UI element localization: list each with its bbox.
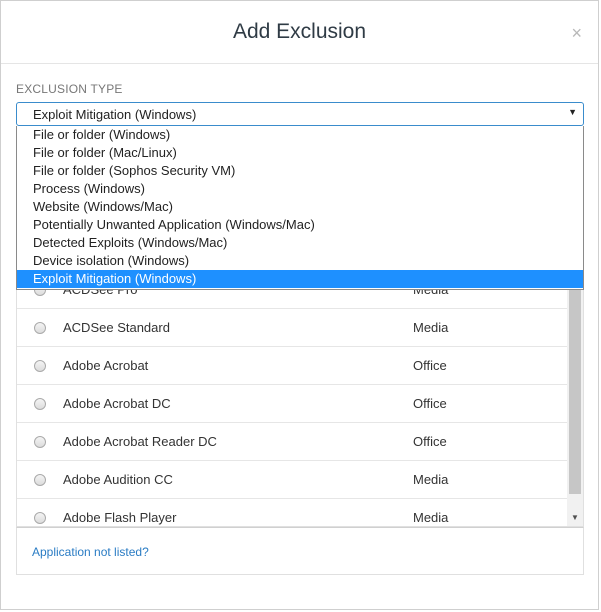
application-row[interactable]: Adobe Audition CC Media (17, 461, 567, 499)
application-radio[interactable] (34, 360, 46, 372)
application-row[interactable]: Adobe Flash Player Media (17, 499, 567, 526)
application-name: ACDSee Standard (63, 320, 170, 335)
application-radio[interactable] (34, 436, 46, 448)
exclusion-type-option[interactable]: Device isolation (Windows) (17, 252, 583, 270)
application-row[interactable]: ACDSee Standard Media (17, 309, 567, 347)
application-name: Adobe Acrobat Reader DC (63, 434, 217, 449)
application-name: Adobe Audition CC (63, 472, 173, 487)
application-type: Media (413, 510, 449, 525)
exclusion-type-option[interactable]: Potentially Unwanted Application (Window… (17, 216, 583, 234)
exclusion-type-option[interactable]: Exploit Mitigation (Windows) (17, 270, 583, 288)
exclusion-type-option[interactable]: Process (Windows) (17, 180, 583, 198)
exclusion-type-option[interactable]: File or folder (Sophos Security VM) (17, 162, 583, 180)
application-row[interactable]: Adobe Acrobat Office (17, 347, 567, 385)
application-type: Office (413, 396, 447, 411)
application-radio[interactable] (34, 474, 46, 486)
application-type: Media (413, 472, 449, 487)
application-type: Office (413, 358, 447, 373)
application-name: Adobe Acrobat (63, 358, 149, 373)
exclusion-type-option[interactable]: File or folder (Windows) (17, 126, 583, 144)
dialog-footer: Application not listed? (16, 527, 584, 575)
add-exclusion-dialog: Add Exclusion × EXCLUSION TYPE Exploit M… (0, 0, 599, 610)
application-row[interactable]: Adobe Acrobat DC Office (17, 385, 567, 423)
exclusion-type-dropdown: File or folder (Windows) File or folder (… (16, 126, 584, 290)
close-icon[interactable]: × (571, 24, 582, 42)
application-radio[interactable] (34, 398, 46, 410)
exclusion-type-selected-value: Exploit Mitigation (Windows) (33, 107, 197, 122)
application-name: Adobe Acrobat DC (63, 396, 171, 411)
application-type: Media (413, 320, 449, 335)
exclusion-type-option[interactable]: Detected Exploits (Windows/Mac) (17, 234, 583, 252)
application-radio[interactable] (34, 512, 46, 524)
application-radio[interactable] (34, 322, 46, 334)
dialog-header: Add Exclusion × (1, 1, 598, 64)
exclusion-type-select[interactable]: Exploit Mitigation (Windows) ▼ (16, 102, 584, 126)
chevron-down-icon: ▼ (568, 107, 577, 117)
dialog-title: Add Exclusion (232, 20, 367, 43)
exclusion-type-option[interactable]: Website (Windows/Mac) (17, 198, 583, 216)
application-name: Adobe Flash Player (63, 510, 177, 525)
scroll-down-arrow-icon[interactable]: ▼ (567, 513, 583, 522)
application-type: Office (413, 434, 447, 449)
exclusion-type-label: EXCLUSION TYPE (16, 82, 123, 96)
application-row[interactable]: Adobe Acrobat Reader DC Office (17, 423, 567, 461)
exclusion-type-option[interactable]: File or folder (Mac/Linux) (17, 144, 583, 162)
application-not-listed-link[interactable]: Application not listed? (32, 545, 149, 559)
